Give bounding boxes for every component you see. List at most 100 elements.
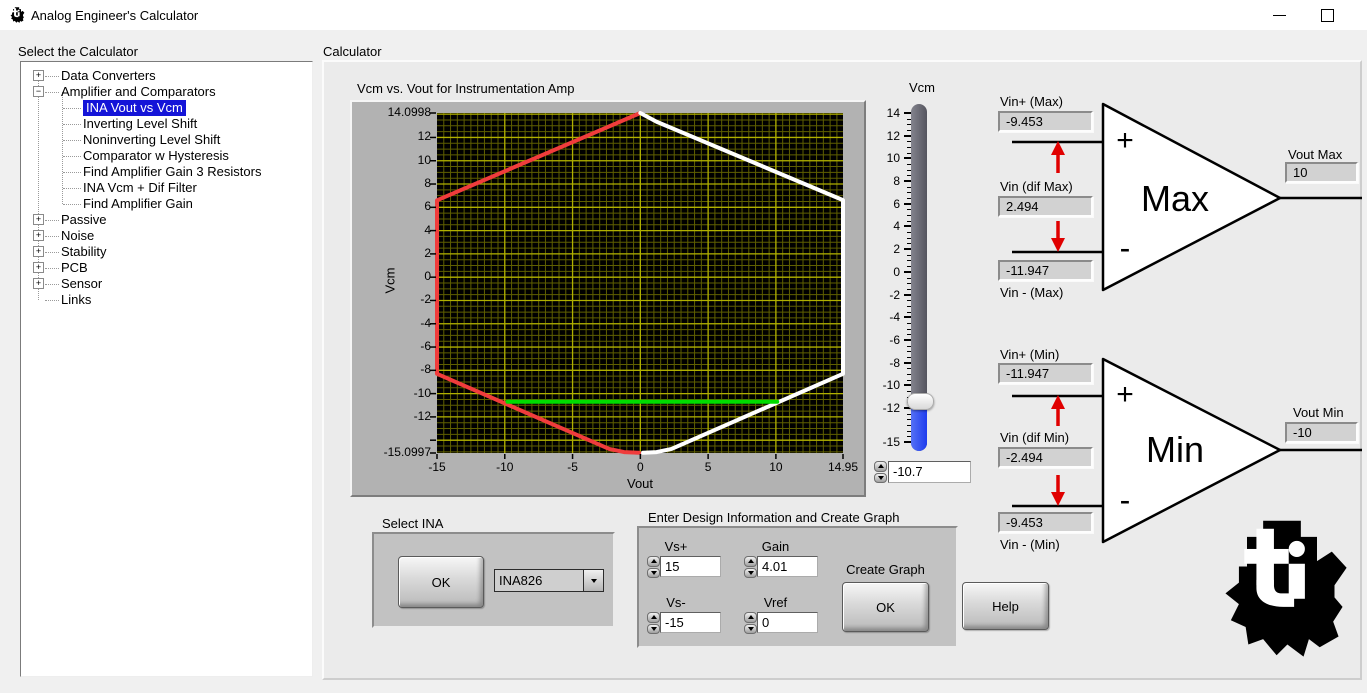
- y-tick-label: -8: [357, 362, 431, 376]
- graph-title: Vcm vs. Vout for Instrumentation Amp: [357, 81, 574, 96]
- tree-item-ina-vout-vs-vcm[interactable]: INA Vout vs Vcm: [21, 100, 312, 116]
- x-axis-label: Vout: [615, 476, 665, 491]
- minimize-icon: [1273, 15, 1286, 16]
- vs-minus-input[interactable]: -15: [660, 612, 721, 633]
- slider-tick-label: -8: [866, 356, 900, 370]
- min-amp-name: Min: [1120, 429, 1230, 471]
- vin-dif-max-label: Vin (dif Max): [1000, 179, 1073, 194]
- tree-item-find-amplifier-gain-3-resistors[interactable]: Find Amplifier Gain 3 Resistors: [21, 164, 312, 180]
- gain-spinner[interactable]: [744, 556, 757, 578]
- red-arrow-up-icon: [1051, 141, 1065, 173]
- y-tick-label: 10: [357, 153, 431, 167]
- min-amp-minus-sign: -: [1110, 482, 1140, 519]
- tree-item-amplifier-and-comparators[interactable]: − Amplifier and Comparators: [21, 84, 312, 100]
- slider-tick-label: -6: [866, 333, 900, 347]
- collapse-minus-icon[interactable]: −: [33, 86, 44, 97]
- vcm-value-spinner[interactable]: [874, 461, 887, 483]
- slider-tick-label: 14: [866, 106, 900, 120]
- vcm-value-input[interactable]: -10.7: [888, 461, 971, 483]
- tree-item-inverting-level-shift[interactable]: Inverting Level Shift: [21, 116, 312, 132]
- tree-item-sensor[interactable]: +Sensor: [21, 276, 312, 292]
- tree-connector-stub: [45, 220, 59, 221]
- spinner-down-icon[interactable]: [647, 624, 660, 635]
- vs-plus-input[interactable]: 15: [660, 556, 721, 577]
- calculator-tree-panel[interactable]: + Data Converters − Amplifier and Comparato…: [20, 61, 313, 677]
- tree-item-ina-vcm-dif-filter[interactable]: INA Vcm + Dif Filter: [21, 180, 312, 196]
- spinner-down-icon[interactable]: [744, 568, 757, 579]
- tree-item-noise[interactable]: + Noise: [21, 228, 312, 244]
- spinner-up-icon[interactable]: [744, 612, 757, 623]
- vref-input[interactable]: 0: [757, 612, 818, 633]
- ina-model-dropdown[interactable]: INA826: [494, 569, 604, 592]
- vref-spinner[interactable]: [744, 612, 757, 634]
- vin-minus-max-label: Vin - (Max): [1000, 285, 1063, 300]
- spinner-down-icon[interactable]: [874, 473, 887, 484]
- spinner-up-icon[interactable]: [744, 556, 757, 567]
- tree-item-label: Noise: [61, 228, 94, 244]
- tree-item-noninverting-level-shift[interactable]: Noninverting Level Shift: [21, 132, 312, 148]
- spinner-up-icon[interactable]: [647, 612, 660, 623]
- spinner-down-icon[interactable]: [744, 624, 757, 635]
- vout-min-label: Vout Min: [1293, 405, 1344, 420]
- ina-model-value: INA826: [495, 570, 583, 591]
- expand-plus-icon[interactable]: +: [33, 262, 44, 273]
- x-tick-label: 0: [615, 460, 665, 474]
- slider-tick-label: 6: [866, 197, 900, 211]
- slider-major-tick: [904, 294, 911, 296]
- tree-item-comparator-w-hysteresis[interactable]: Comparator w Hysteresis: [21, 148, 312, 164]
- vs-minus-spinner[interactable]: [647, 612, 660, 634]
- tree-item-label: Noninverting Level Shift: [83, 132, 220, 148]
- vout-max-field: 10: [1285, 162, 1358, 183]
- tree-item-find-amplifier-gain[interactable]: Find Amplifier Gain: [21, 196, 312, 212]
- spinner-up-icon[interactable]: [647, 556, 660, 567]
- help-button[interactable]: Help: [962, 582, 1049, 630]
- tree-item-label: Inverting Level Shift: [83, 116, 197, 132]
- gain-input[interactable]: 4.01: [757, 556, 818, 577]
- slider-major-tick: [904, 271, 911, 273]
- slider-major-tick: [904, 339, 911, 341]
- slider-tick-label: 10: [866, 151, 900, 165]
- expand-plus-icon[interactable]: +: [33, 214, 44, 225]
- slider-major-tick: [904, 441, 911, 443]
- tree-connector-stub: [45, 252, 59, 253]
- maximize-button[interactable]: [1305, 0, 1349, 30]
- vin-dif-min-label: Vin (dif Min): [1000, 430, 1069, 445]
- y-axis-label: Vcm: [383, 259, 398, 303]
- expand-plus-icon[interactable]: +: [33, 70, 44, 81]
- vs-plus-spinner[interactable]: [647, 556, 660, 578]
- expand-plus-icon[interactable]: +: [33, 278, 44, 289]
- slider-tick-label: -12: [866, 401, 900, 415]
- tree-item-pcb[interactable]: +PCB: [21, 260, 312, 276]
- tree-item-data-converters[interactable]: + Data Converters: [21, 68, 312, 84]
- red-arrow-down-icon: [1051, 221, 1065, 252]
- slider-major-tick: [904, 316, 911, 318]
- vcm-slider-thumb[interactable]: [907, 393, 934, 410]
- vin-minus-max-field: -11.947: [998, 260, 1093, 281]
- vin-minus-min-label: Vin - (Min): [1000, 537, 1060, 552]
- tree-item-passive[interactable]: + Passive: [21, 212, 312, 228]
- tree-item-stability[interactable]: +Stability: [21, 244, 312, 260]
- select-ina-ok-button[interactable]: OK: [398, 556, 484, 608]
- y-tick-label: -10: [357, 386, 431, 400]
- maximize-icon: [1321, 9, 1334, 22]
- expand-plus-icon[interactable]: +: [33, 230, 44, 241]
- vin-plus-min-label: Vin+ (Min): [1000, 347, 1059, 362]
- minimize-button[interactable]: [1257, 0, 1301, 30]
- tree-item-label: Passive: [61, 212, 107, 228]
- vin-minus-min-field: -9.453: [998, 512, 1093, 533]
- spinner-down-icon[interactable]: [647, 568, 660, 579]
- expand-plus-icon[interactable]: +: [33, 246, 44, 257]
- create-graph-ok-button[interactable]: OK: [842, 582, 929, 632]
- tree-item-links[interactable]: Links: [21, 292, 312, 308]
- tree-connector-stub: [45, 236, 59, 237]
- slider-major-tick: [904, 135, 911, 137]
- y-tick-label: 12: [357, 129, 431, 143]
- tree-connector-stub: [63, 140, 81, 141]
- dropdown-arrow-icon[interactable]: [583, 570, 603, 591]
- calculator-tree: + Data Converters − Amplifier and Comparato…: [21, 68, 312, 308]
- tree-item-label: Amplifier and Comparators: [61, 84, 216, 100]
- spinner-up-icon[interactable]: [874, 461, 887, 472]
- tree-connector-stub: [63, 108, 81, 109]
- slider-tick-label: 8: [866, 174, 900, 188]
- tree-item-label: Data Converters: [61, 68, 156, 84]
